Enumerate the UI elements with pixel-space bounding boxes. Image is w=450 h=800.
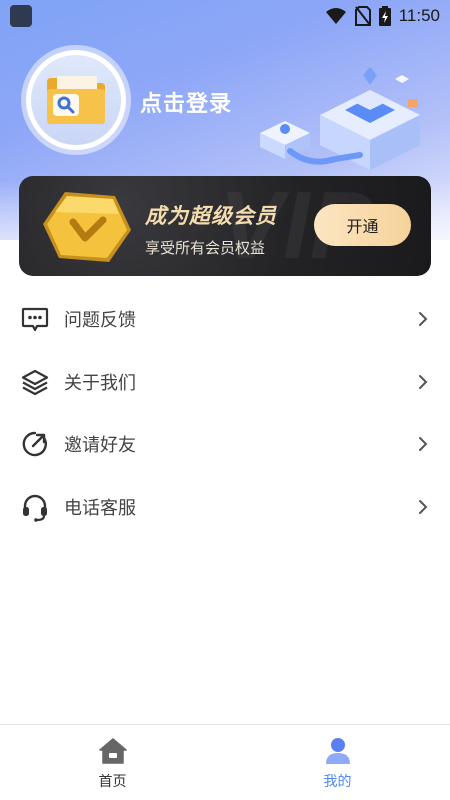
menu-item-about[interactable]: 关于我们 — [0, 351, 450, 414]
feedback-icon — [20, 304, 50, 334]
nav-item-home[interactable]: 首页 — [0, 725, 225, 800]
chevron-right-icon — [416, 374, 430, 389]
status-time: 11:50 — [398, 6, 440, 25]
wifi-icon — [325, 8, 346, 24]
menu-label-about: 关于我们 — [64, 372, 136, 394]
avatar[interactable] — [26, 50, 126, 150]
home-icon — [98, 738, 127, 764]
menu-item-feedback[interactable]: 问题反馈 — [0, 288, 450, 351]
chevron-right-icon — [416, 312, 430, 327]
vip-subtitle: 享受所有会员权益 — [145, 239, 266, 257]
vip-title: 成为超级会员 — [145, 204, 277, 228]
vip-card[interactable]: VIP 成为超级会员 享受所有会员权益 开通 — [19, 176, 431, 276]
nav-label-mine: 我的 — [323, 774, 352, 790]
vip-crown-badge-icon — [43, 192, 131, 262]
login-link[interactable]: 点击登录 — [140, 86, 232, 118]
folder-search-icon — [47, 76, 105, 124]
user-icon — [325, 738, 350, 764]
bottom-nav: 首页 我的 — [0, 724, 450, 800]
chevron-right-icon — [416, 499, 430, 514]
menu-label-feedback: 问题反馈 — [64, 310, 136, 332]
chevron-right-icon — [416, 437, 430, 452]
share-icon — [20, 429, 50, 459]
menu-item-support[interactable]: 电话客服 — [0, 476, 450, 539]
vip-activate-button[interactable]: 开通 — [314, 204, 411, 246]
menu-label-support: 电话客服 — [64, 497, 136, 519]
battery-icon — [378, 6, 391, 26]
menu-item-invite[interactable]: 邀请好友 — [0, 413, 450, 476]
layers-icon — [20, 367, 50, 397]
status-bar: 11:50 — [0, 0, 450, 32]
headset-icon — [20, 492, 50, 522]
menu-label-invite: 邀请好友 — [64, 435, 136, 457]
no-sim-icon — [354, 6, 371, 26]
header-illustration — [260, 67, 420, 170]
avatar-inner — [31, 55, 121, 145]
app-notification-icon — [10, 5, 32, 27]
nav-label-home: 首页 — [98, 774, 127, 790]
nav-item-mine[interactable]: 我的 — [225, 725, 450, 800]
settings-menu: 问题反馈 关于我们 邀请好友 电话客服 — [0, 288, 450, 538]
